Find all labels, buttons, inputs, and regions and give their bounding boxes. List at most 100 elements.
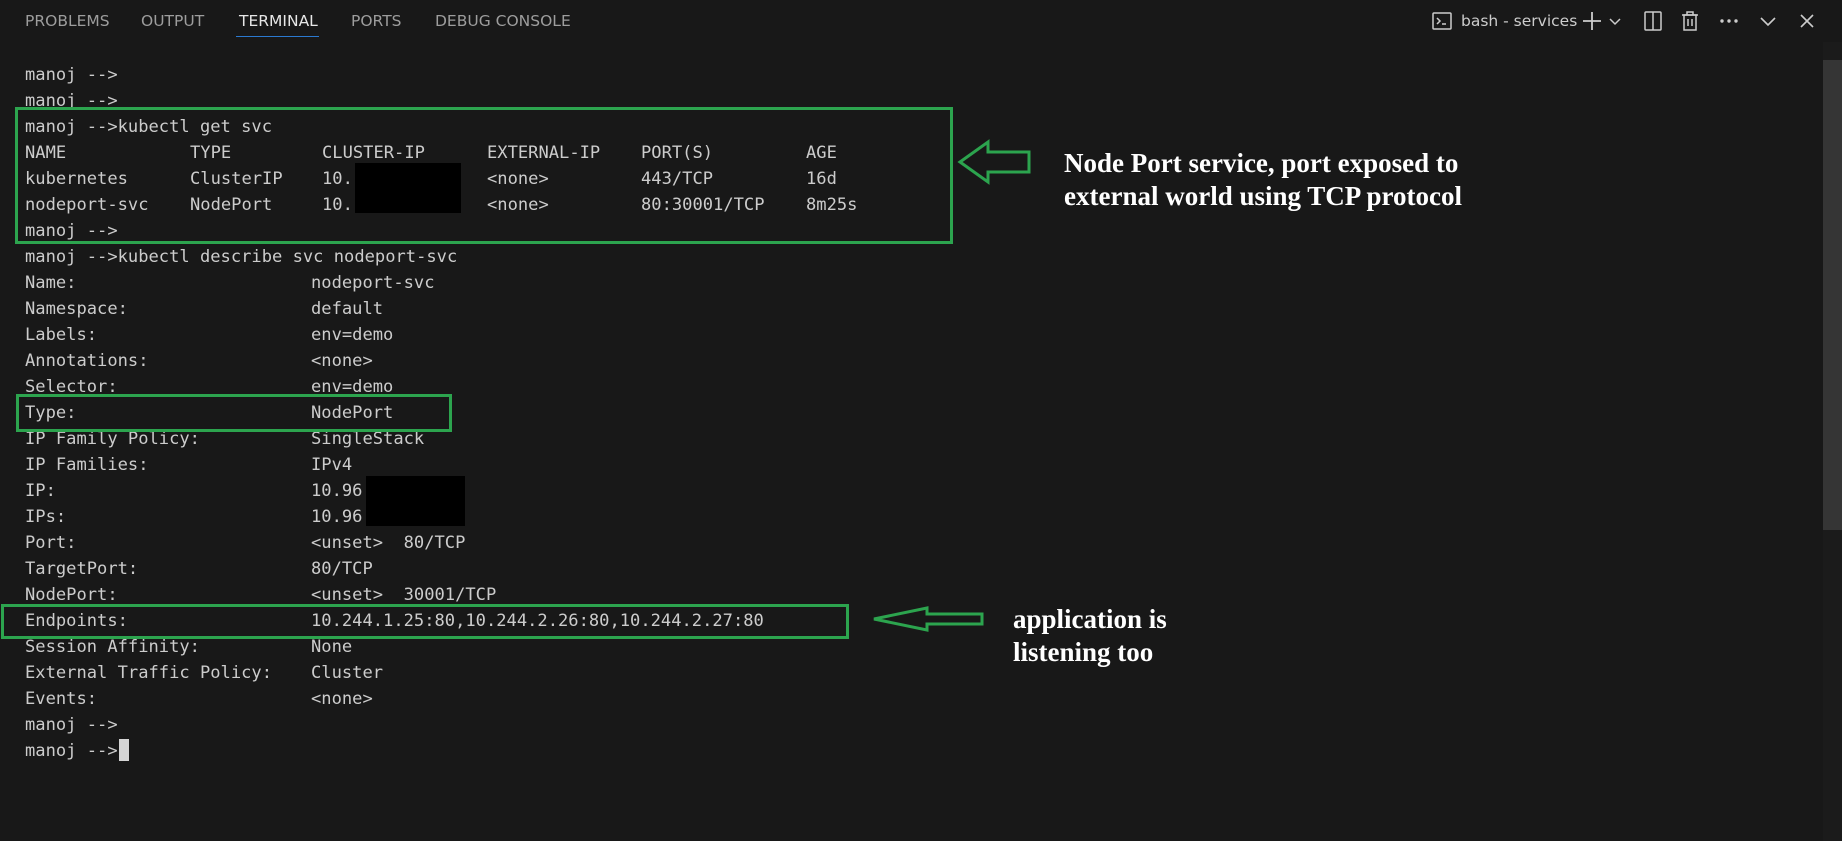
tab-ports[interactable]: PORTS	[351, 12, 402, 30]
note-line: external world using TCP protocol	[1064, 181, 1463, 211]
field-key: Name:	[25, 273, 77, 293]
svc-table-header: NAME TYPE CLUSTER-IP EXTERNAL-IP PORT(S)…	[25, 140, 1805, 166]
field-key: IP:	[25, 481, 56, 501]
terminal-instance-label[interactable]: bash - services	[1461, 12, 1577, 30]
command-text: kubectl describe svc nodeport-svc	[117, 247, 458, 267]
describe-row: Port: <unset> 80/TCP	[25, 530, 1805, 556]
describe-row: Type: NodePort	[25, 400, 1805, 426]
note-line: Node Port service, port exposed to	[1064, 148, 1459, 178]
terminal-line: manoj -->kubectl describe svc nodeport-s…	[25, 244, 1805, 270]
cell: 443/TCP	[641, 169, 714, 189]
field-key: Annotations:	[25, 351, 149, 371]
active-tab-indicator	[236, 36, 319, 37]
prompt: manoj -->	[25, 221, 118, 241]
cell: nodeport-svc	[25, 195, 149, 215]
column-header: NAME	[25, 143, 67, 163]
describe-row: Events: <none>	[25, 686, 1805, 712]
column-header: EXTERNAL-IP	[487, 143, 601, 163]
describe-row: Labels: env=demo	[25, 322, 1805, 348]
field-key: IP Family Policy:	[25, 429, 200, 449]
field-key: NodePort:	[25, 585, 118, 605]
field-value: 10.244.1.25:80,10.244.2.26:80,10.244.2.2…	[311, 611, 764, 631]
field-key: IP Families:	[25, 455, 149, 475]
field-key: External Traffic Policy:	[25, 663, 272, 683]
trash-icon[interactable]	[1678, 9, 1704, 33]
cell: 10.	[322, 169, 353, 189]
field-key: TargetPort:	[25, 559, 139, 579]
describe-row: IP: 10.96	[25, 476, 1805, 526]
field-value: <none>	[311, 351, 373, 371]
field-value: 10.96	[311, 481, 363, 501]
field-value: nodeport-svc	[311, 273, 435, 293]
endpoints-annotation-note: application is listening too	[1013, 603, 1167, 669]
collapse-icon[interactable]	[1756, 9, 1782, 33]
field-value: env=demo	[311, 325, 394, 345]
field-value: IPv4	[311, 455, 353, 475]
cell: 8m25s	[806, 195, 858, 215]
tab-output[interactable]: OUTPUT	[141, 12, 204, 30]
more-icon[interactable]	[1717, 9, 1743, 33]
field-value: <unset> 80/TCP	[311, 533, 466, 553]
note-line: application is	[1013, 604, 1167, 634]
tab-debug-console[interactable]: DEBUG CONSOLE	[435, 12, 571, 30]
cell: <none>	[487, 195, 549, 215]
terminal-cursor	[118, 739, 129, 761]
add-icon[interactable]	[1580, 9, 1606, 33]
arrow-left-icon	[957, 139, 1031, 185]
field-key: Selector:	[25, 377, 118, 397]
field-key: Session Affinity:	[25, 637, 200, 657]
terminal-icon[interactable]	[1430, 9, 1456, 33]
table-row: nodeport-svc NodePort 10. <none> 80:3000…	[25, 192, 1805, 218]
field-key: Type:	[25, 403, 77, 423]
describe-row: NodePort: <unset> 30001/TCP	[25, 582, 1805, 608]
describe-row: Namespace: default	[25, 296, 1805, 322]
close-icon[interactable]	[1795, 9, 1821, 33]
describe-row: IP Family Policy: SingleStack	[25, 426, 1805, 452]
terminal-line: manoj -->	[25, 738, 1805, 764]
arrow-left-icon	[873, 606, 984, 632]
field-value: default	[311, 299, 384, 319]
field-key: Events:	[25, 689, 98, 709]
prompt: manoj -->	[25, 65, 118, 85]
field-value: SingleStack	[311, 429, 425, 449]
field-value: 80/TCP	[311, 559, 373, 579]
terminal-line: manoj -->	[25, 88, 1805, 114]
prompt: manoj -->	[25, 247, 118, 267]
cell: 80:30001/TCP	[641, 195, 765, 215]
column-header: TYPE	[190, 143, 232, 163]
column-header: PORT(S)	[641, 143, 714, 163]
describe-row: Session Affinity: None	[25, 634, 1805, 660]
split-icon[interactable]	[1641, 9, 1667, 33]
panel-tab-bar: PROBLEMS OUTPUT TERMINAL PORTS DEBUG CON…	[0, 0, 1842, 42]
command-text: kubectl get svc	[117, 117, 272, 137]
terminal-line: manoj -->	[25, 712, 1805, 738]
field-key: Namespace:	[25, 299, 128, 319]
tab-problems[interactable]: PROBLEMS	[25, 12, 110, 30]
describe-row: IP Families: IPv4	[25, 452, 1805, 478]
field-value: <unset> 30001/TCP	[311, 585, 497, 605]
field-key: Endpoints:	[25, 611, 128, 631]
field-value: 10.96	[311, 507, 363, 527]
field-value: <none>	[311, 689, 373, 709]
prompt: manoj -->	[25, 741, 118, 761]
cell: kubernetes	[25, 169, 128, 189]
terminal-line: manoj -->kubectl get svc	[25, 114, 1805, 140]
field-value: NodePort	[311, 403, 394, 423]
service-annotation-note: Node Port service, port exposed to exter…	[1064, 147, 1462, 213]
field-value: env=demo	[311, 377, 394, 397]
describe-row: IPs: 10.96	[25, 504, 1805, 530]
field-value: Cluster	[311, 663, 384, 683]
note-line: listening too	[1013, 637, 1154, 667]
cell: 16d	[806, 169, 837, 189]
field-value: None	[311, 637, 353, 657]
chevron-down-icon[interactable]	[1607, 9, 1623, 33]
terminal-line: manoj -->	[25, 218, 1805, 244]
cell: 10.	[322, 195, 353, 215]
cell: <none>	[487, 169, 549, 189]
field-key: IPs:	[25, 507, 67, 527]
terminal-line: manoj -->	[25, 62, 1805, 88]
tab-terminal[interactable]: TERMINAL	[239, 12, 318, 30]
terminal-output[interactable]: manoj --> manoj --> manoj -->kubectl get…	[25, 62, 1805, 764]
scrollbar-thumb[interactable]	[1823, 60, 1842, 530]
prompt: manoj -->	[25, 91, 118, 111]
